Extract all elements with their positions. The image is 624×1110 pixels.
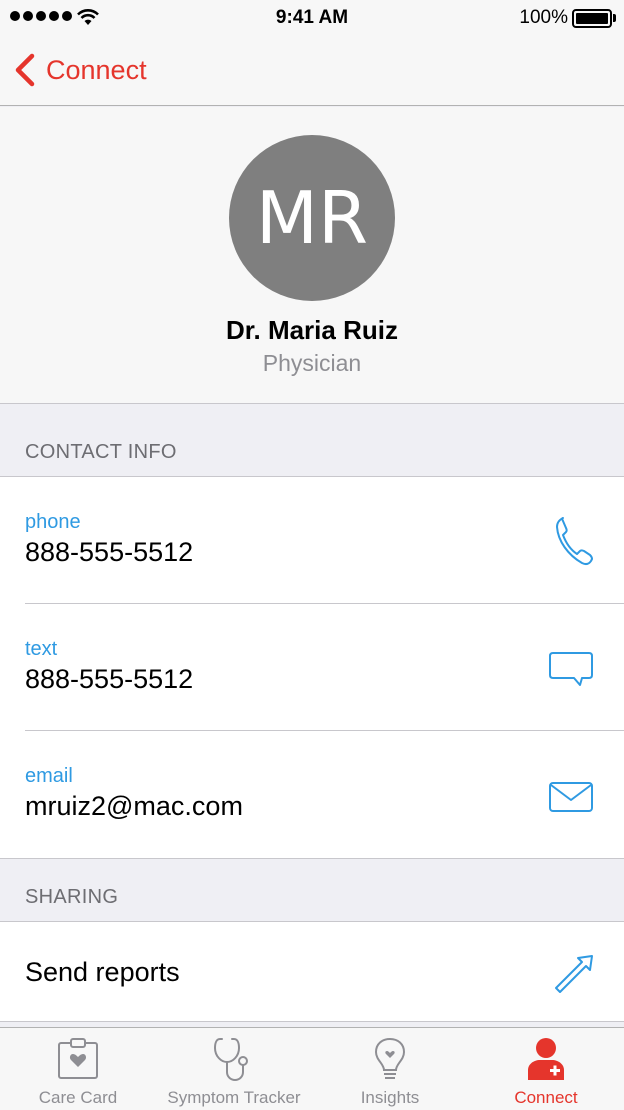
sharing-group: Send reports [0, 922, 624, 1022]
contact-row-value: mruiz2@mac.com [25, 791, 243, 821]
contact-info-group: phone 888-555-5512 text 888-555-5512 ema… [0, 477, 624, 859]
navigation-bar: Connect [0, 36, 624, 106]
mail-icon[interactable] [548, 781, 594, 813]
send-reports-label: Send reports [25, 957, 180, 987]
contact-row-label: email [25, 765, 73, 787]
contact-row-label: phone [25, 511, 81, 533]
tab-label: Symptom Tracker [167, 1088, 301, 1107]
tab-insights[interactable]: Insights [312, 1028, 468, 1110]
tab-connect[interactable]: Connect [468, 1028, 624, 1110]
stethoscope-icon [213, 1038, 248, 1082]
tab-label: Insights [360, 1088, 420, 1107]
contact-row-label: text [25, 638, 58, 660]
tab-symptom-tracker[interactable]: Symptom Tracker [156, 1028, 312, 1110]
profile-header: MR Dr. Maria Ruiz Physician [0, 107, 624, 404]
send-reports-row[interactable]: Send reports [0, 922, 624, 1022]
phone-icon[interactable] [554, 515, 594, 567]
contact-row-text[interactable]: text 888-555-5512 [0, 604, 624, 731]
battery-tip [613, 14, 616, 22]
message-icon[interactable] [548, 651, 594, 687]
back-button-label: Connect [46, 54, 147, 85]
contact-role: Physician [262, 350, 362, 376]
tab-label: Care Card [38, 1088, 118, 1107]
lightbulb-icon [374, 1037, 406, 1079]
contact-name: Dr. Maria Ruiz [226, 315, 398, 345]
section-header-sharing: SHARING [0, 859, 624, 922]
status-bar: 9:41 AM 100% [0, 0, 624, 36]
battery-percentage: 100% [519, 7, 568, 28]
tab-bar: Care Card Symptom Tracker Insights Conne… [0, 1027, 624, 1110]
contact-row-value: 888-555-5512 [25, 664, 194, 694]
contact-row-email[interactable]: email mruiz2@mac.com [0, 731, 624, 858]
tab-care-card[interactable]: Care Card [0, 1028, 156, 1110]
tab-label: Connect [514, 1088, 578, 1107]
avatar: MR [229, 135, 395, 301]
connect-person-icon [528, 1038, 564, 1080]
contact-row-value: 888-555-5512 [25, 537, 194, 567]
contact-row-phone[interactable]: phone 888-555-5512 [0, 477, 624, 604]
back-button[interactable]: Connect [12, 52, 147, 88]
battery-icon [572, 9, 612, 28]
chevron-left-icon [15, 53, 35, 87]
section-title-sharing: SHARING [25, 886, 119, 908]
section-title-contact-info: CONTACT INFO [25, 441, 177, 463]
care-card-icon [58, 1038, 98, 1079]
section-header-contact-info: CONTACT INFO [0, 405, 624, 477]
send-arrow-icon[interactable] [554, 954, 594, 994]
